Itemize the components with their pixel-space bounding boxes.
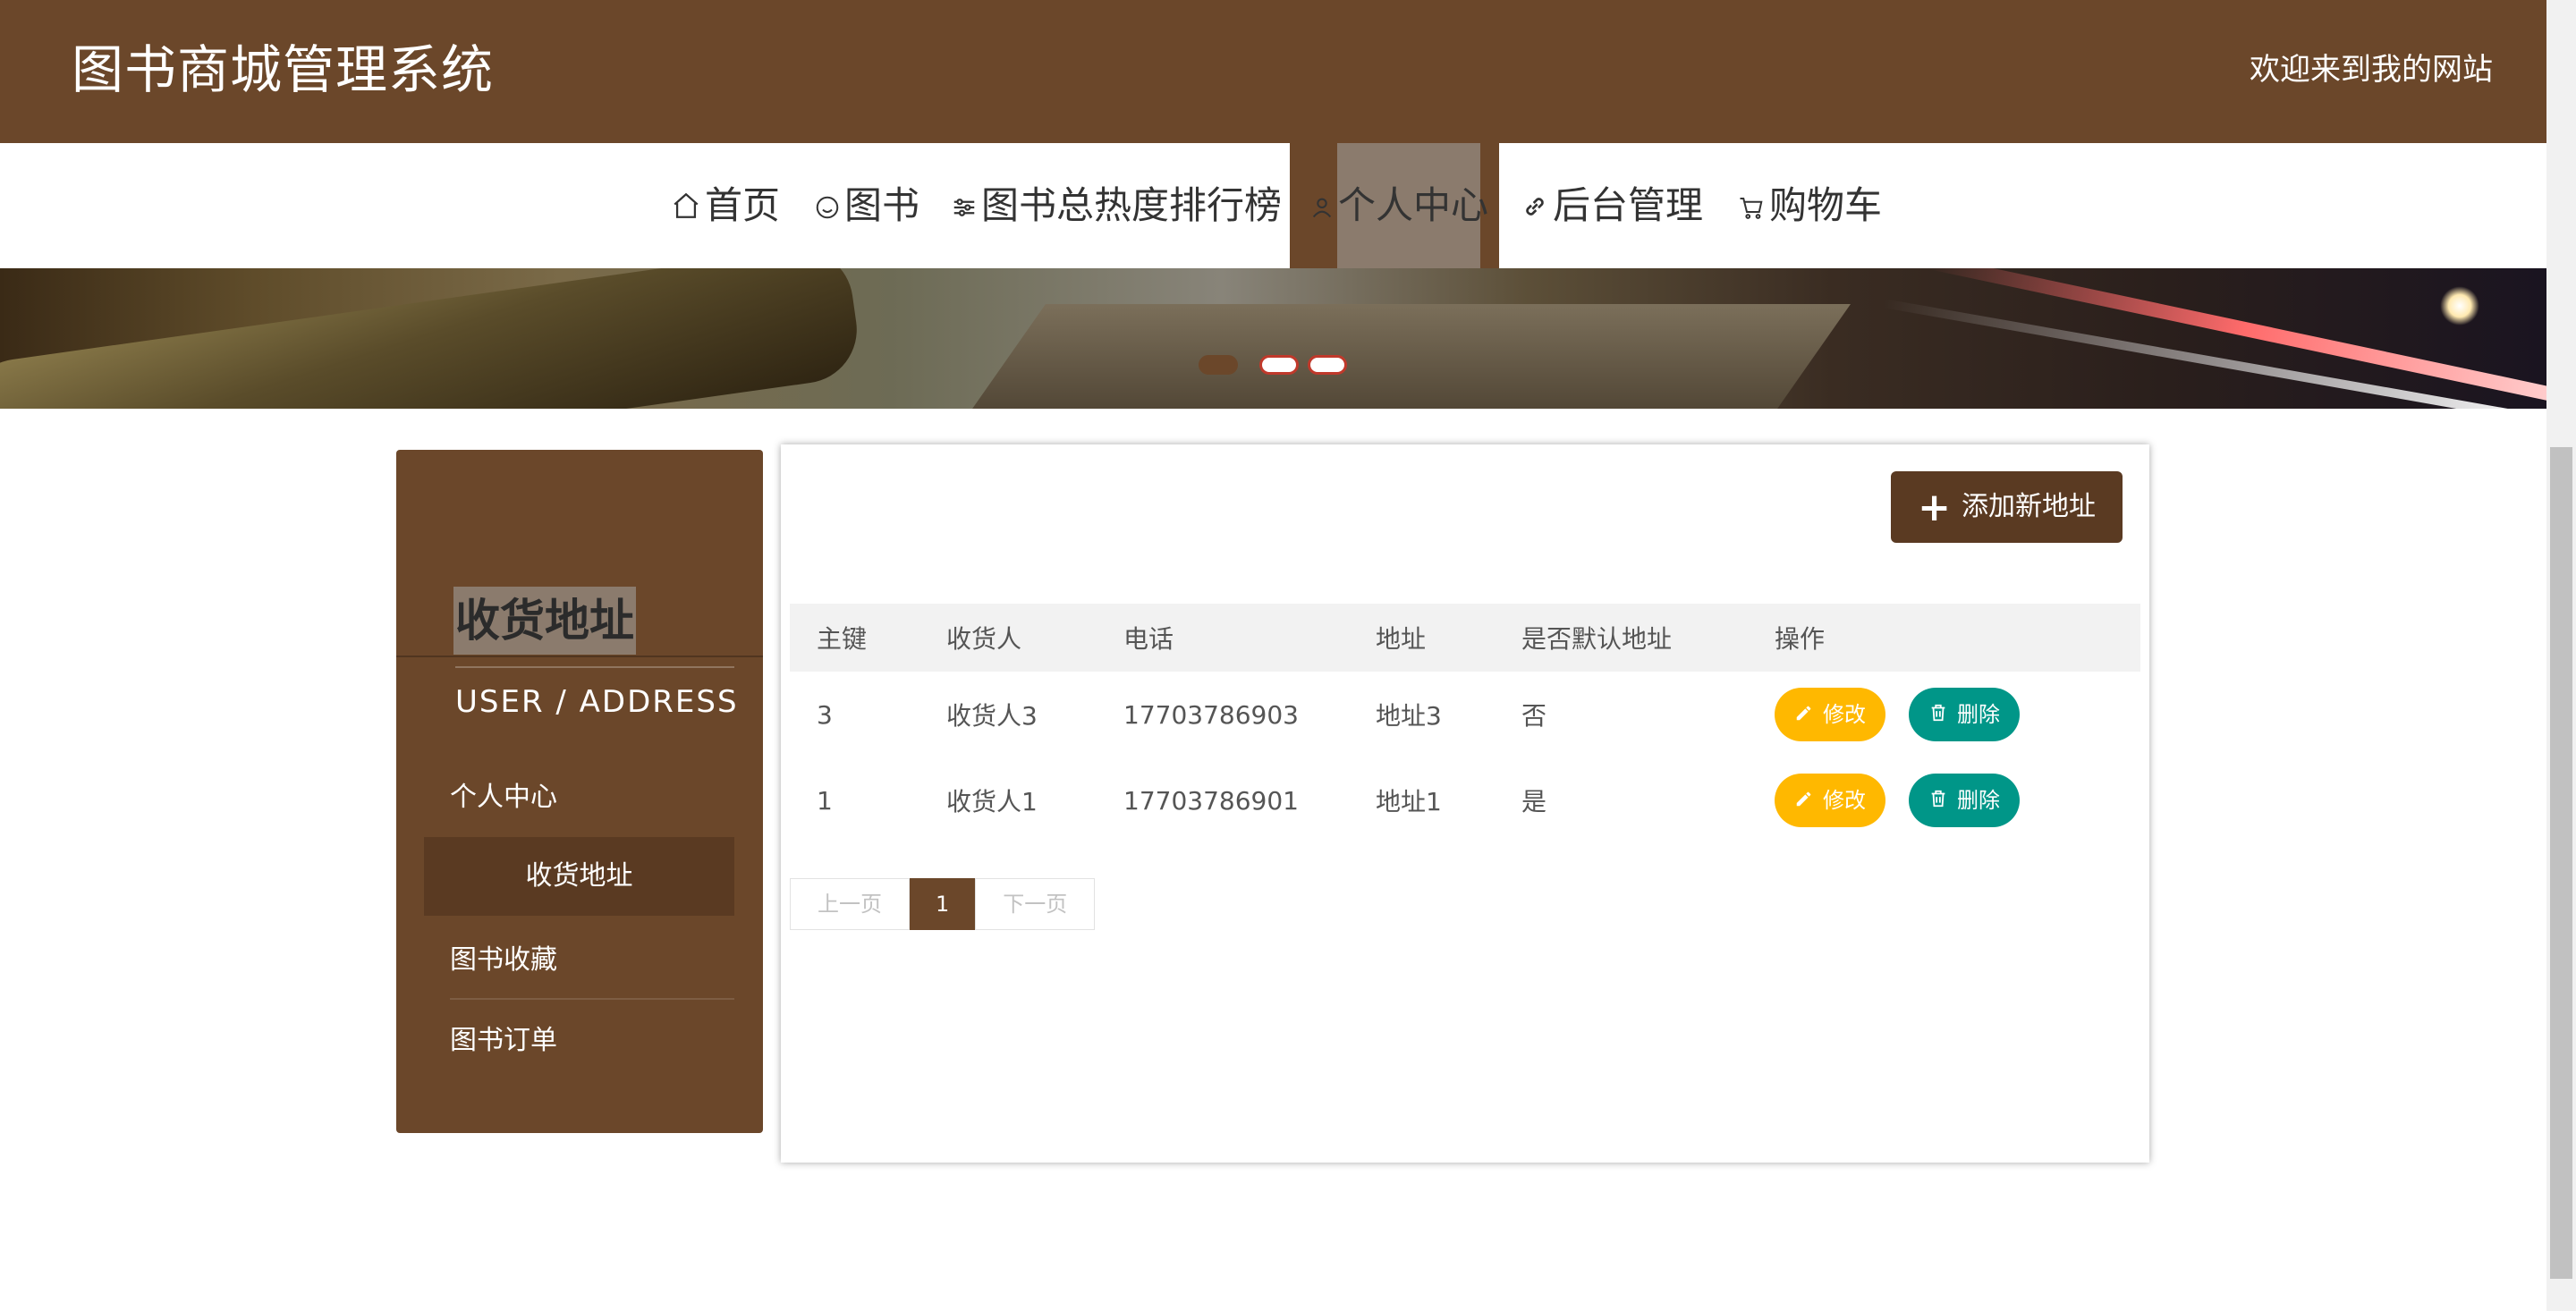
address-panel: + 添加新地址 主键 收货人 电话 地址 是否默认地址 操作 3 收货人3 177…: [781, 444, 2149, 1163]
edit-button[interactable]: 修改: [1775, 688, 1885, 741]
welcome-text: 欢迎来到我的网站: [2250, 52, 2493, 88]
cart-icon: [1737, 146, 1766, 271]
nav-item-home[interactable]: 首页: [671, 143, 780, 268]
cell-phone: 17703786903: [1123, 699, 1299, 730]
sidebar-subtitle: USER / ADDRESS: [455, 684, 739, 720]
column-header: 操作: [1775, 624, 1826, 654]
add-address-label: 添加新地址: [1962, 491, 2096, 522]
scrollbar-thumb[interactable]: [2550, 447, 2572, 1279]
divider: [396, 656, 763, 657]
smile-icon: [814, 146, 841, 271]
nav-item-admin[interactable]: 后台管理: [1521, 143, 1703, 268]
user-icon: [1309, 146, 1335, 271]
address-table: 主键 收货人 电话 地址 是否默认地址 操作 3 收货人3 1770378690…: [790, 604, 2140, 843]
delete-label: 删除: [1957, 702, 2000, 727]
nav-label: 购物车: [1769, 183, 1883, 227]
sidebar-item-orders[interactable]: 图书订单: [450, 1002, 734, 1080]
cell-receiver: 收货人3: [946, 701, 1038, 731]
table-header-row: 主键 收货人 电话 地址 是否默认地址 操作: [790, 604, 2140, 672]
nav-label: 图书: [844, 183, 920, 227]
carousel-dot-2[interactable]: [1259, 355, 1299, 375]
site-header: 图书商城管理系统 欢迎来到我的网站: [0, 0, 2546, 143]
pencil-icon: [1794, 774, 1814, 828]
nav-item-ranking[interactable]: 图书总热度排行榜: [951, 143, 1282, 268]
sidebar-item-address[interactable]: 收货地址: [424, 837, 734, 916]
delete-label: 删除: [1957, 788, 2000, 813]
edit-button[interactable]: 修改: [1775, 774, 1885, 827]
nav-label: 个人中心: [1338, 183, 1489, 227]
nav-item-user-center[interactable]: 个人中心: [1309, 143, 1488, 268]
prev-page-button[interactable]: 上一页: [790, 878, 910, 930]
pagination: 上一页 1 下一页: [790, 878, 1096, 930]
carousel-dot-3[interactable]: [1308, 355, 1347, 375]
column-header: 主键: [817, 624, 868, 654]
edit-label: 修改: [1823, 788, 1866, 813]
delete-button[interactable]: 删除: [1909, 688, 2020, 741]
next-page-button[interactable]: 下一页: [975, 878, 1096, 930]
nav-label: 首页: [705, 183, 781, 227]
main-nav: 首页 图书 图书总热度排行榜 个人中心 后台管理 购物车: [0, 143, 2546, 268]
divider: [455, 666, 734, 668]
table-row: 3 收货人3 17703786903 地址3 否 修改 删除: [790, 672, 2140, 757]
home-icon: [671, 146, 701, 271]
banner-star: [2440, 286, 2479, 326]
nav-label: 后台管理: [1553, 183, 1704, 227]
page-number-current[interactable]: 1: [910, 878, 976, 930]
table-row: 1 收货人1 17703786901 地址1 是 修改 删除: [790, 757, 2140, 843]
cell-id: 3: [817, 699, 833, 730]
cell-phone: 17703786901: [1123, 785, 1299, 816]
cell-actions: 修改 删除: [1775, 672, 2140, 757]
site-title: 图书商城管理系统: [72, 39, 495, 100]
cell-actions: 修改 删除: [1775, 757, 2140, 843]
column-header: 收货人: [946, 624, 1022, 654]
banner-image: [0, 268, 864, 409]
cell-default: 否: [1521, 701, 1547, 731]
sidebar-title: 收货地址: [453, 587, 636, 655]
cell-address: 地址1: [1376, 787, 1442, 816]
sidebar-item-user-center[interactable]: 个人中心: [450, 758, 734, 837]
column-header: 是否默认地址: [1521, 624, 1673, 654]
cell-address: 地址3: [1376, 701, 1442, 731]
nav-item-cart[interactable]: 购物车: [1737, 143, 1882, 268]
nav-item-books[interactable]: 图书: [814, 143, 919, 268]
add-address-button[interactable]: + 添加新地址: [1891, 471, 2123, 543]
column-header: 地址: [1376, 624, 1427, 654]
delete-button[interactable]: 删除: [1909, 774, 2020, 827]
cell-receiver: 收货人1: [946, 787, 1038, 816]
sliders-icon: [951, 146, 978, 271]
trash-icon: [1928, 689, 1948, 742]
column-header: 电话: [1123, 624, 1174, 654]
trash-icon: [1928, 774, 1948, 828]
cell-id: 1: [817, 785, 833, 816]
pencil-icon: [1794, 689, 1814, 742]
banner-rail: [957, 304, 1852, 409]
sidebar-item-favorites[interactable]: 图书收藏: [450, 921, 734, 1000]
edit-label: 修改: [1823, 702, 1866, 727]
plus-icon: +: [1918, 484, 1951, 530]
banner-carousel: [0, 268, 2546, 409]
carousel-dot-1[interactable]: [1199, 355, 1238, 375]
cell-default: 是: [1521, 787, 1547, 816]
nav-label: 图书总热度排行榜: [981, 183, 1283, 227]
link-icon: [1521, 146, 1549, 271]
